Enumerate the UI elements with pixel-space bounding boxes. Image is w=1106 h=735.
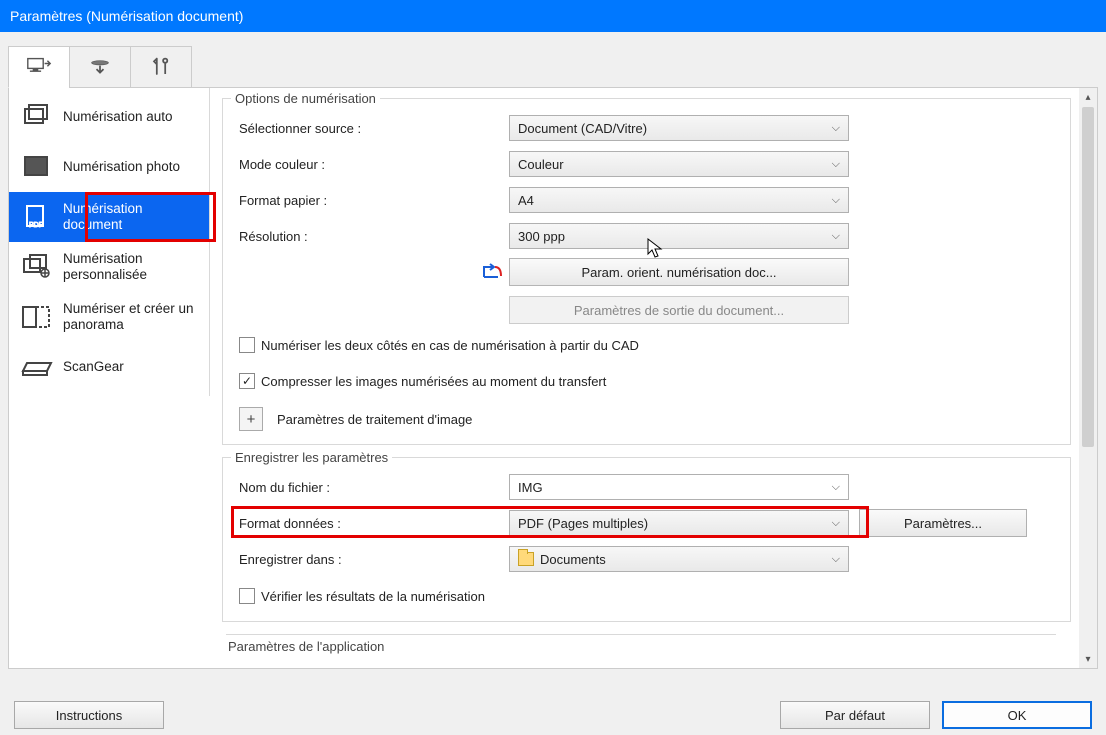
svg-text:PDF: PDF [29,222,43,229]
checkbox-compress-label: Compresser les images numérisées au mome… [261,374,606,389]
content-pane: Options de numérisation Sélectionner sou… [210,88,1097,668]
sidebar-item-label: Numérisation photo [63,159,180,175]
scroll-up-arrow[interactable]: ▴ [1079,88,1097,106]
stitch-scan-icon [19,303,55,331]
button-default[interactable]: Par défaut [780,701,930,729]
label-resolution: Résolution : [239,229,509,244]
chevron-down-icon: ⌵ [832,553,840,566]
sidebar-item-label: ScanGear [63,359,124,375]
scroll-down-arrow[interactable]: ▾ [1079,650,1097,668]
window-title: Paramètres (Numérisation document) [10,8,243,24]
chevron-down-icon: ⌵ [832,517,840,530]
sidebar-item-scangear[interactable]: ScanGear [9,342,209,392]
checkbox-duplex-label: Numériser les deux côtés en cas de numér… [261,338,639,353]
top-tabstrip [8,46,1098,88]
tab-scan-from-device[interactable] [69,46,131,88]
select-resolution[interactable]: 300 ppp ⌵ [509,223,849,249]
button-format-params[interactable]: Paramètres... [859,509,1027,537]
folder-icon [518,552,534,566]
label-save-in: Enregistrer dans : [239,552,509,567]
checkbox-compress[interactable]: ✓ [239,373,255,389]
label-source: Sélectionner source : [239,121,509,136]
select-save-in[interactable]: Documents ⌵ [509,546,849,572]
custom-scan-icon [19,253,55,281]
chevron-down-icon: ⌵ [832,481,840,494]
chevron-down-icon: ⌵ [832,230,840,243]
sidebar-item-label: Numériser et créer unpanorama [63,301,194,333]
input-filename[interactable]: IMG ⌵ [509,474,849,500]
window-titlebar: Paramètres (Numérisation document) [0,0,1106,32]
button-orientation-params[interactable]: Param. orient. numérisation doc... [509,258,849,286]
tools-icon [147,55,175,79]
button-output-params: Paramètres de sortie du document... [509,296,849,324]
section-app-settings-title: Paramètres de l'application [226,634,1056,654]
checkbox-duplex[interactable] [239,337,255,353]
checkbox-verify-results-label: Vérifier les résultats de la numérisatio… [261,589,485,604]
label-paper-format: Format papier : [239,193,509,208]
orientation-icon [477,263,503,281]
vertical-scrollbar[interactable]: ▴ ▾ [1079,88,1097,668]
select-color-mode[interactable]: Couleur ⌵ [509,151,849,177]
select-paper-format[interactable]: A4 ⌵ [509,187,849,213]
scanner-down-icon [86,55,114,79]
button-ok[interactable]: OK [942,701,1092,729]
chevron-down-icon: ⌵ [832,194,840,207]
section-title: Options de numérisation [231,91,380,106]
auto-scan-icon [19,103,55,131]
sidebar: Numérisation auto Numérisation photo PDF… [9,88,210,396]
label-data-format: Format données : [239,516,509,531]
checkbox-verify-results[interactable] [239,588,255,604]
document-scan-icon: PDF [19,203,55,231]
scangear-icon [19,353,55,381]
tab-tools[interactable] [130,46,192,88]
section-save-settings: Enregistrer les paramètres Nom du fichie… [222,457,1071,622]
image-processing-label: Paramètres de traitement d'image [277,412,472,427]
footer: Instructions Par défaut OK [0,701,1106,729]
monitor-arrow-icon [25,55,53,79]
sidebar-item-label: Numérisationpersonnalisée [63,251,147,283]
sidebar-item-stitch-scan[interactable]: Numériser et créer unpanorama [9,292,209,342]
section-title: Enregistrer les paramètres [231,450,392,465]
button-instructions[interactable]: Instructions [14,701,164,729]
sidebar-item-custom-scan[interactable]: Numérisationpersonnalisée [9,242,209,292]
select-data-format[interactable]: PDF (Pages multiples) ⌵ [509,510,849,536]
select-source[interactable]: Document (CAD/Vitre) ⌵ [509,115,849,141]
photo-scan-icon [19,153,55,181]
sidebar-item-document-scan[interactable]: PDF Numérisationdocument [9,192,209,242]
scrollbar-thumb[interactable] [1082,107,1094,447]
sidebar-item-photo-scan[interactable]: Numérisation photo [9,142,209,192]
section-scan-options: Options de numérisation Sélectionner sou… [222,98,1071,445]
chevron-down-icon: ⌵ [832,122,840,135]
tab-scan-from-pc[interactable] [8,46,70,88]
expand-image-processing[interactable]: + [239,407,263,431]
sidebar-item-label: Numérisation auto [63,109,173,125]
sidebar-item-auto-scan[interactable]: Numérisation auto [9,92,209,142]
chevron-down-icon: ⌵ [832,158,840,171]
label-color-mode: Mode couleur : [239,157,509,172]
label-filename: Nom du fichier : [239,480,509,495]
sidebar-item-label: Numérisationdocument [63,201,143,233]
